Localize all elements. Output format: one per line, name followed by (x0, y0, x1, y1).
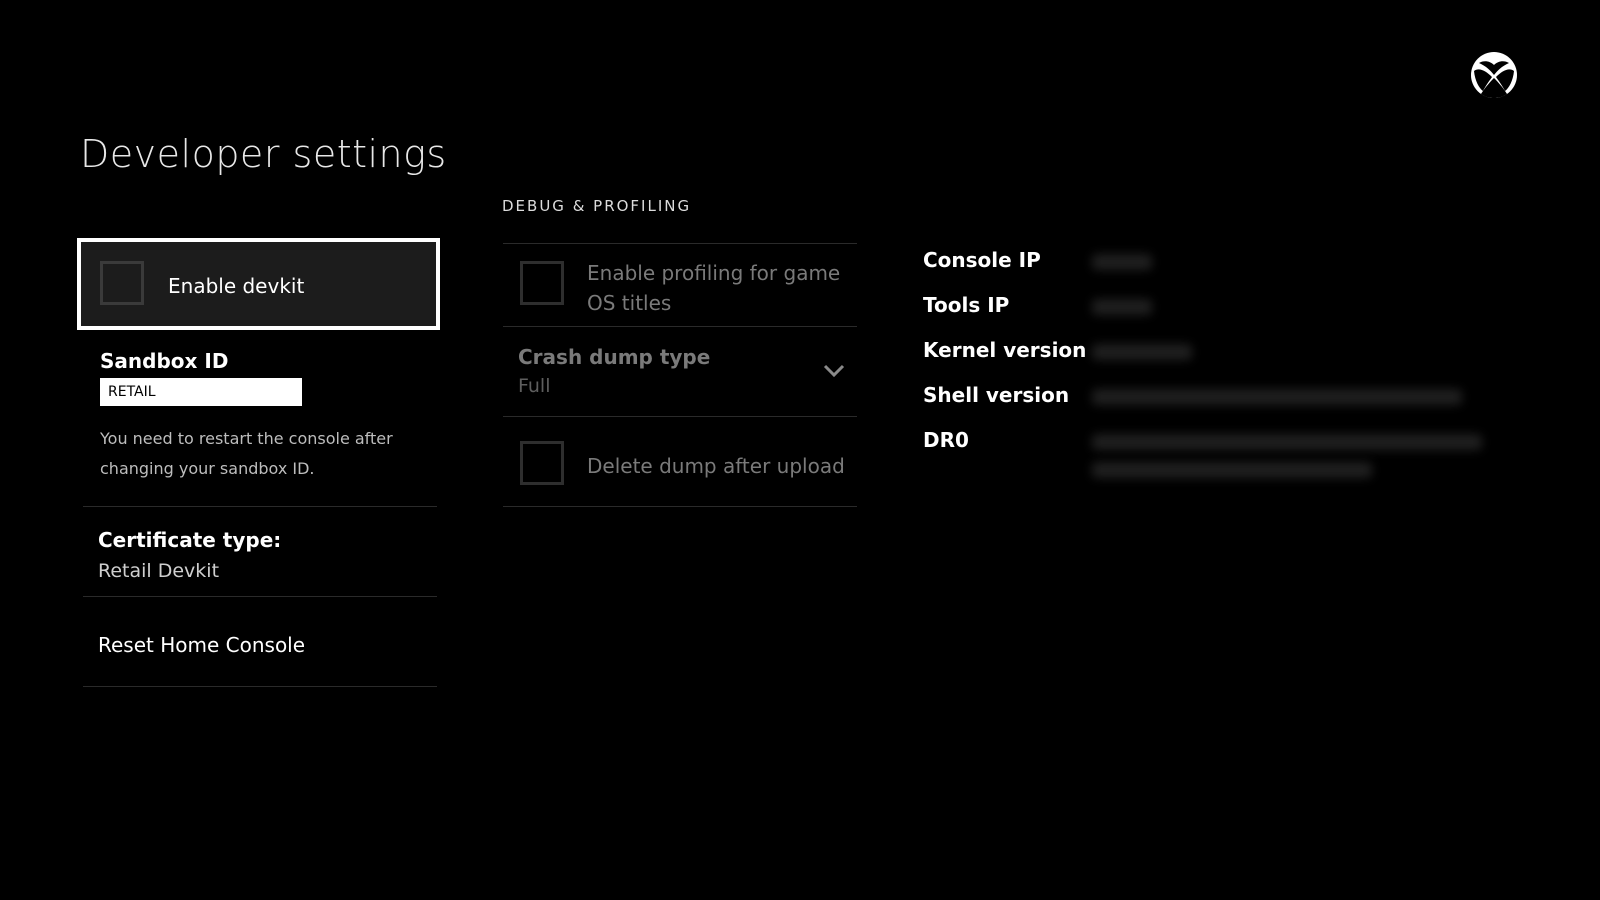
page-title: Developer settings (80, 132, 447, 176)
enable-profiling-toggle[interactable]: Enable profiling for game OS titles (503, 244, 857, 326)
sandbox-id-input[interactable] (100, 378, 302, 406)
chevron-down-icon (823, 364, 845, 378)
crash-dump-type-value: Full (518, 375, 551, 397)
dr0-value-redacted (1092, 434, 1482, 450)
certificate-type-label: Certificate type: (98, 528, 282, 552)
sandbox-restart-note: You need to restart the console after ch… (100, 429, 393, 478)
reset-home-console-button[interactable]: Reset Home Console (83, 597, 437, 686)
divider (83, 686, 437, 687)
crash-dump-type-label: Crash dump type (518, 345, 711, 369)
enable-devkit-label: Enable devkit (168, 274, 305, 298)
delete-dump-toggle[interactable]: Delete dump after upload (503, 417, 857, 506)
tools-ip-value-redacted (1092, 299, 1152, 315)
certificate-type-value: Retail Devkit (98, 560, 220, 582)
reset-home-console-label: Reset Home Console (98, 633, 306, 657)
delete-dump-checkbox[interactable] (520, 441, 564, 485)
dr0-value-redacted (1092, 462, 1372, 478)
kernel-version-label: Kernel version (923, 338, 1087, 362)
kernel-version-value-redacted (1092, 344, 1192, 360)
delete-dump-label: Delete dump after upload (587, 454, 845, 478)
shell-version-value-redacted (1092, 389, 1462, 405)
enable-profiling-checkbox[interactable] (520, 261, 564, 305)
divider (83, 506, 437, 507)
enable-devkit-toggle[interactable]: Enable devkit (77, 238, 440, 330)
console-ip-label: Console IP (923, 248, 1041, 272)
enable-devkit-checkbox[interactable] (100, 261, 144, 305)
dr0-label: DR0 (923, 428, 969, 452)
divider (503, 506, 857, 507)
console-ip-value-redacted (1092, 254, 1152, 270)
xbox-logo-icon (1471, 52, 1517, 98)
debug-profiling-heading: DEBUG & PROFILING (502, 197, 692, 215)
shell-version-label: Shell version (923, 383, 1070, 407)
tools-ip-label: Tools IP (923, 293, 1010, 317)
enable-profiling-label: Enable profiling for game OS titles (587, 261, 841, 315)
crash-dump-type-dropdown[interactable]: Crash dump type Full (503, 327, 857, 416)
sandbox-id-label: Sandbox ID (100, 349, 229, 373)
